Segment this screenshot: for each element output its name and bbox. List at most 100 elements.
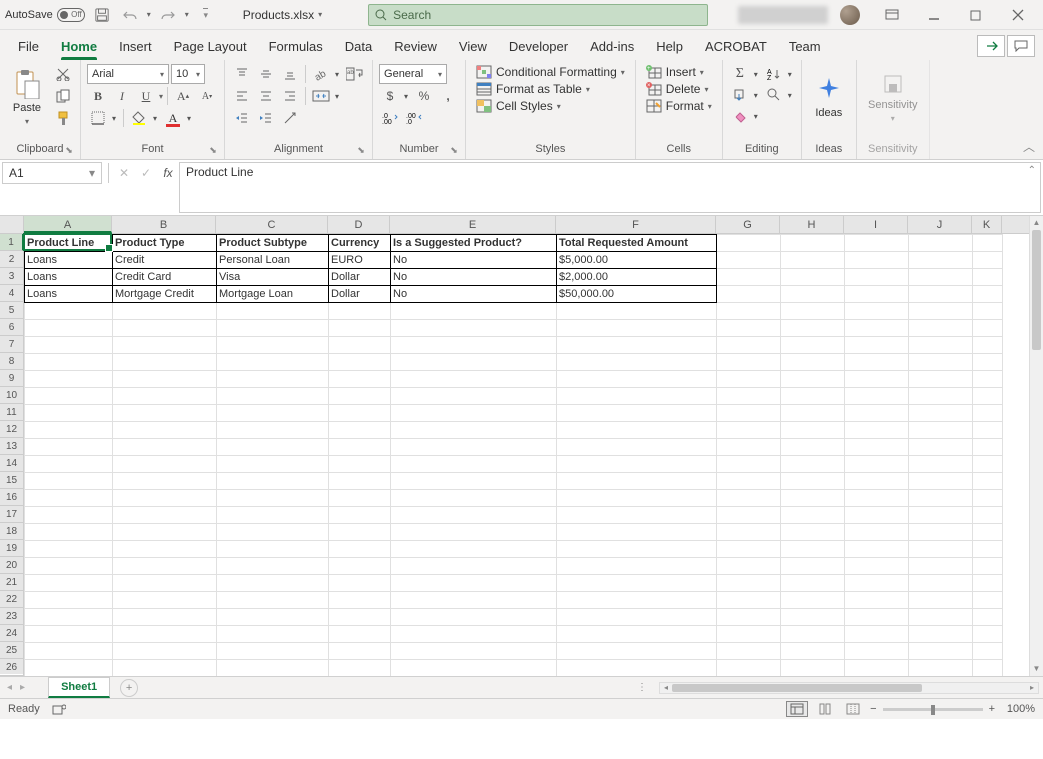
cell-D3[interactable]: Dollar xyxy=(329,269,391,286)
conditional-formatting-button[interactable]: Conditional Formatting▾ xyxy=(472,64,629,80)
cell-C3[interactable]: Visa xyxy=(217,269,329,286)
cell-K23[interactable] xyxy=(973,609,1003,626)
row-header-20[interactable]: 20 xyxy=(0,557,24,574)
row-header-4[interactable]: 4 xyxy=(0,285,24,302)
cell-J23[interactable] xyxy=(909,609,973,626)
cell-J17[interactable] xyxy=(909,507,973,524)
align-center-button[interactable] xyxy=(255,86,277,106)
orientation-diag-button[interactable] xyxy=(279,108,301,128)
cell-E1[interactable]: Is a Suggested Product? xyxy=(391,235,557,252)
row-header-1[interactable]: 1 xyxy=(0,234,24,251)
column-header-C[interactable]: C xyxy=(216,216,328,233)
cell-A23[interactable] xyxy=(25,609,113,626)
cell-I19[interactable] xyxy=(845,541,909,558)
vscroll-thumb[interactable] xyxy=(1032,230,1041,350)
column-header-H[interactable]: H xyxy=(780,216,844,233)
number-launcher[interactable]: ⬊ xyxy=(449,145,459,155)
cell-B23[interactable] xyxy=(113,609,217,626)
cell-A1[interactable]: Product Line xyxy=(25,235,113,252)
cell-C15[interactable] xyxy=(217,473,329,490)
cell-E4[interactable]: No xyxy=(391,286,557,303)
merge-dropdown[interactable]: ▾ xyxy=(332,86,342,106)
cell-H10[interactable] xyxy=(781,388,845,405)
cell-E18[interactable] xyxy=(391,524,557,541)
worksheet-grid[interactable]: ABCDEFGHIJK 1234567891011121314151617181… xyxy=(0,216,1043,676)
row-header-2[interactable]: 2 xyxy=(0,251,24,268)
cell-F15[interactable] xyxy=(557,473,717,490)
cell-J25[interactable] xyxy=(909,643,973,660)
cell-H7[interactable] xyxy=(781,337,845,354)
cell-G1[interactable] xyxy=(717,235,781,252)
cell-H6[interactable] xyxy=(781,320,845,337)
cell-G13[interactable] xyxy=(717,439,781,456)
cell-J24[interactable] xyxy=(909,626,973,643)
cell-A10[interactable] xyxy=(25,388,113,405)
tab-insert[interactable]: Insert xyxy=(109,34,162,60)
underline-button[interactable]: U xyxy=(135,86,157,106)
autosave-toggle[interactable]: AutoSave Off xyxy=(5,8,85,22)
cell-C9[interactable] xyxy=(217,371,329,388)
cell-I21[interactable] xyxy=(845,575,909,592)
tab-review[interactable]: Review xyxy=(384,34,447,60)
cell-D10[interactable] xyxy=(329,388,391,405)
column-header-K[interactable]: K xyxy=(972,216,1002,233)
insert-cells-button[interactable]: +Insert▾ xyxy=(642,64,708,80)
row-header-7[interactable]: 7 xyxy=(0,336,24,353)
cell-A12[interactable] xyxy=(25,422,113,439)
cell-G16[interactable] xyxy=(717,490,781,507)
cell-K20[interactable] xyxy=(973,558,1003,575)
cell-E24[interactable] xyxy=(391,626,557,643)
cell-A6[interactable] xyxy=(25,320,113,337)
cell-F9[interactable] xyxy=(557,371,717,388)
cell-E2[interactable]: No xyxy=(391,252,557,269)
cell-G4[interactable] xyxy=(717,286,781,303)
cell-E17[interactable] xyxy=(391,507,557,524)
cell-J3[interactable] xyxy=(909,269,973,286)
cell-B1[interactable]: Product Type xyxy=(113,235,217,252)
cell-H23[interactable] xyxy=(781,609,845,626)
cell-K15[interactable] xyxy=(973,473,1003,490)
cell-F12[interactable] xyxy=(557,422,717,439)
cell-E16[interactable] xyxy=(391,490,557,507)
ideas-button[interactable]: Ideas xyxy=(808,64,850,130)
cell-D16[interactable] xyxy=(329,490,391,507)
sort-filter-button[interactable]: AZ xyxy=(763,64,785,84)
borders-button[interactable] xyxy=(87,108,109,128)
cell-B7[interactable] xyxy=(113,337,217,354)
cell-H9[interactable] xyxy=(781,371,845,388)
cell-A25[interactable] xyxy=(25,643,113,660)
cell-E6[interactable] xyxy=(391,320,557,337)
cell-G17[interactable] xyxy=(717,507,781,524)
cell-J22[interactable] xyxy=(909,592,973,609)
cell-E26[interactable] xyxy=(391,660,557,677)
cell-H16[interactable] xyxy=(781,490,845,507)
cell-F6[interactable] xyxy=(557,320,717,337)
cell-G21[interactable] xyxy=(717,575,781,592)
cell-I25[interactable] xyxy=(845,643,909,660)
cell-K3[interactable] xyxy=(973,269,1003,286)
sheet-tab-sheet1[interactable]: Sheet1 xyxy=(48,677,110,698)
scroll-down-button[interactable]: ▼ xyxy=(1030,662,1043,676)
zoom-level[interactable]: 100% xyxy=(1001,703,1035,715)
cell-D25[interactable] xyxy=(329,643,391,660)
cell-F11[interactable] xyxy=(557,405,717,422)
column-header-I[interactable]: I xyxy=(844,216,908,233)
cell-H26[interactable] xyxy=(781,660,845,677)
align-left-button[interactable] xyxy=(231,86,253,106)
cell-F16[interactable] xyxy=(557,490,717,507)
cell-A5[interactable] xyxy=(25,303,113,320)
paste-button[interactable]: Paste ▾ xyxy=(6,64,48,130)
cell-A20[interactable] xyxy=(25,558,113,575)
delete-cells-button[interactable]: ×Delete▾ xyxy=(642,81,713,97)
format-as-table-button[interactable]: Format as Table▾ xyxy=(472,81,594,97)
column-header-J[interactable]: J xyxy=(908,216,972,233)
autosum-button[interactable]: Σ xyxy=(729,64,751,84)
percent-button[interactable]: % xyxy=(413,86,435,106)
name-box[interactable]: A1▾ xyxy=(2,162,102,184)
fill-color-dropdown[interactable]: ▾ xyxy=(150,108,160,128)
cell-K9[interactable] xyxy=(973,371,1003,388)
align-middle-button[interactable] xyxy=(255,64,277,84)
cell-E21[interactable] xyxy=(391,575,557,592)
row-header-5[interactable]: 5 xyxy=(0,302,24,319)
cell-H1[interactable] xyxy=(781,235,845,252)
